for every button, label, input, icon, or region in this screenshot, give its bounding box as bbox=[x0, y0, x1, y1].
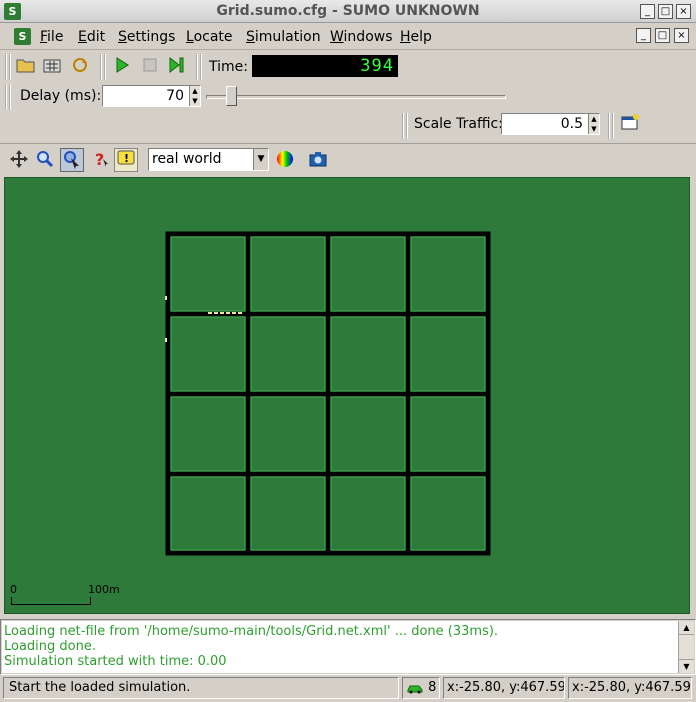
delay-value[interactable]: 70 bbox=[103, 86, 187, 106]
geo-coordinates: x:-25.80, y:467.59 bbox=[568, 677, 692, 699]
menu-settings[interactable]: Settings bbox=[118, 29, 175, 45]
toolbar-grip[interactable] bbox=[196, 54, 202, 80]
reload-icon[interactable] bbox=[68, 55, 92, 79]
log-scrollbar[interactable]: ▲ ▼ bbox=[678, 621, 694, 673]
scale-bar bbox=[11, 597, 91, 605]
log-line: Simulation started with time: 0.00 bbox=[4, 654, 227, 669]
log-line: Loading done. bbox=[4, 639, 96, 654]
toolbar-grip[interactable] bbox=[608, 113, 614, 139]
scale-bar-end: 100m bbox=[88, 583, 120, 596]
toolbar-grip[interactable] bbox=[5, 84, 11, 110]
mdi-close-button[interactable]: × bbox=[674, 28, 689, 43]
mdi-minimize-button[interactable]: _ bbox=[636, 28, 651, 43]
toolbar-grip[interactable] bbox=[100, 54, 106, 80]
color-scheme-value[interactable]: real world bbox=[152, 151, 222, 167]
log-line: Loading net-file from '/home/sumo-main/t… bbox=[4, 624, 499, 639]
menu-file[interactable]: File bbox=[40, 29, 63, 45]
scale-traffic-value[interactable]: 0.5 bbox=[502, 114, 586, 134]
window-title: Grid.sumo.cfg - SUMO UNKNOWN bbox=[216, 3, 480, 19]
open-folder-icon[interactable] bbox=[14, 55, 38, 79]
toolbar-grip[interactable] bbox=[402, 113, 408, 139]
message-log[interactable]: Loading net-file from '/home/sumo-main/t… bbox=[2, 621, 678, 673]
toolbar-grip[interactable] bbox=[5, 54, 11, 80]
svg-text:!: ! bbox=[124, 152, 129, 165]
play-icon[interactable] bbox=[110, 55, 134, 79]
open-network-icon[interactable] bbox=[40, 55, 64, 79]
menu-windows[interactable]: Windows bbox=[330, 29, 393, 45]
vehicle-icon bbox=[407, 685, 423, 693]
road-network bbox=[165, 231, 491, 556]
vehicle-count-box: 8 bbox=[402, 677, 440, 699]
scale-traffic-spinner[interactable]: 0.5 ▲ ▼ bbox=[501, 113, 600, 135]
close-button[interactable]: × bbox=[676, 4, 691, 19]
mdi-app-icon: S bbox=[14, 28, 31, 45]
time-label: Time: bbox=[209, 59, 248, 75]
chevron-down-icon[interactable]: ▼ bbox=[253, 149, 268, 170]
locate-cursor-icon[interactable] bbox=[60, 148, 84, 172]
cursor-coordinates: x:-25.80, y:467.59 bbox=[443, 677, 565, 699]
svg-text:?: ? bbox=[95, 150, 104, 169]
mdi-restore-button[interactable]: □ bbox=[655, 28, 670, 43]
step-icon[interactable] bbox=[164, 55, 188, 79]
breakpoint-icon[interactable]: ! bbox=[114, 148, 138, 172]
menu-edit[interactable]: Edit bbox=[78, 29, 105, 45]
minimize-button[interactable]: _ bbox=[640, 4, 655, 19]
scroll-down-icon[interactable]: ▼ bbox=[679, 659, 694, 673]
help-query-icon[interactable]: ? bbox=[88, 148, 112, 172]
menu-help[interactable]: Help bbox=[400, 29, 432, 45]
color-scheme-select[interactable]: real world ▼ bbox=[148, 148, 269, 171]
menu-locate[interactable]: Locate bbox=[186, 29, 233, 45]
scroll-up-icon[interactable]: ▲ bbox=[679, 621, 694, 635]
delay-spin-arrows[interactable]: ▲ ▼ bbox=[189, 86, 200, 106]
zoom-icon[interactable] bbox=[33, 148, 57, 172]
maximize-button[interactable]: □ bbox=[658, 4, 673, 19]
scale-bar-start: 0 bbox=[10, 583, 17, 596]
edit-coloring-icon[interactable] bbox=[273, 148, 297, 172]
scale-spin-arrows[interactable]: ▲ ▼ bbox=[588, 114, 599, 134]
delay-slider-track[interactable] bbox=[206, 95, 506, 99]
new-view-icon[interactable] bbox=[618, 112, 642, 136]
vehicle-count: 8 bbox=[428, 680, 437, 695]
vehicles bbox=[165, 296, 242, 342]
screenshot-camera-icon[interactable] bbox=[306, 148, 330, 172]
menu-simulation[interactable]: Simulation bbox=[246, 29, 321, 45]
time-display: 394 bbox=[252, 55, 398, 77]
status-message: Start the loaded simulation. bbox=[3, 677, 399, 699]
delay-spinner[interactable]: 70 ▲ ▼ bbox=[102, 85, 201, 107]
scale-traffic-label: Scale Traffic: bbox=[414, 116, 503, 132]
recenter-view-icon[interactable] bbox=[7, 148, 31, 172]
delay-slider-thumb[interactable] bbox=[226, 86, 237, 106]
stop-icon[interactable] bbox=[138, 55, 162, 79]
simulation-canvas[interactable]: 0 100m bbox=[4, 177, 690, 614]
delay-label: Delay (ms): bbox=[20, 88, 102, 104]
